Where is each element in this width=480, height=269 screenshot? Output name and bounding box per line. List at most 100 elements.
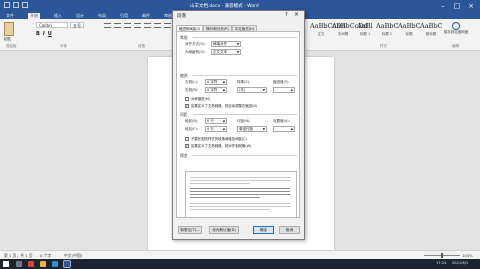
spacing-at-label: 设置值(A): (273, 119, 290, 123)
group-label-clipboard: 剪贴板 (6, 44, 17, 48)
redo-icon[interactable] (22, 2, 28, 8)
style-preview: AaBbC (376, 22, 399, 30)
alignment-select[interactable]: 两端对齐 ▼ (211, 41, 241, 47)
left-indent-input[interactable]: 0 字符 ◆ (205, 79, 227, 85)
paste-button[interactable] (4, 22, 14, 36)
window-title: 山羊文档.docx - 兼容模式 - Word (190, 4, 259, 9)
style-normal[interactable]: AaBbCcDd 正文 (310, 21, 346, 40)
cancel-button[interactable]: 取消 (279, 226, 300, 234)
underline-button[interactable]: U (48, 31, 52, 37)
font-size-select[interactable]: 五号 (70, 22, 84, 28)
style-name: 正文 (317, 32, 325, 36)
alignment-label: 对齐方式(G): (185, 42, 206, 46)
clock-time[interactable]: 17:24 (436, 261, 446, 265)
align-left-icon[interactable] (154, 23, 161, 28)
auto-adjust-indent-checkbox[interactable]: 如果定义了文档网格，则自动调整右缩进(D) (185, 103, 257, 108)
style-preview: AaBbCcDd (332, 22, 368, 30)
style-preview: AaBbC (398, 22, 421, 30)
general-heading: 常规 (180, 35, 188, 40)
clock-date[interactable]: 2021/6/1 (452, 261, 468, 265)
chevron-down-icon: ▼ (236, 50, 239, 54)
baidu-save-button[interactable]: 保存到百度网盘 (440, 22, 472, 42)
style-name: 标题 1 (359, 32, 371, 36)
style-preview: AaBbC (420, 22, 443, 30)
preview-line (190, 180, 290, 181)
preview-line (190, 203, 290, 204)
maximize-button[interactable]: □ (450, 0, 464, 12)
minimize-button[interactable]: – (436, 0, 450, 12)
zoom-slider-handle[interactable] (441, 253, 443, 258)
dialog-close-button[interactable]: × (294, 11, 299, 18)
space-before-input[interactable]: 0 行 ◆ (205, 118, 227, 124)
zoom-level[interactable]: 100% (462, 253, 473, 258)
style-subtitle[interactable]: AaBbC 副标题 (420, 21, 442, 40)
multilevel-list-icon[interactable] (124, 23, 131, 28)
spacing-at-input[interactable]: ◆ (273, 126, 295, 132)
italic-button[interactable]: I (43, 31, 45, 37)
bullets-icon[interactable] (104, 23, 111, 28)
mirror-indents-checkbox[interactable]: 对称缩进(M) (185, 96, 210, 101)
preview-line (190, 206, 290, 207)
divider (193, 37, 297, 38)
space-after-label: 段后(F): (185, 127, 198, 131)
browser-icon[interactable] (52, 261, 58, 267)
divider (193, 75, 297, 76)
spinner-icon: ◆ (290, 88, 293, 92)
no-space-same-style-label: 不要在相同样式的段落间增加间距(C) (191, 137, 247, 141)
style-title[interactable]: AaBbC 标题 (398, 21, 420, 40)
group-label-editing: 编辑 (452, 44, 459, 48)
save-icon[interactable] (4, 2, 10, 8)
paste-label: 粘贴 (4, 37, 11, 41)
set-as-default-button[interactable]: 设为默认值(D) (209, 226, 239, 234)
right-indent-input[interactable]: 0 字符 ◆ (205, 87, 227, 93)
align-center-icon[interactable] (164, 23, 171, 28)
help-button[interactable]: ? (285, 12, 288, 18)
indent-by-input[interactable]: ◆ (273, 87, 295, 93)
font-name-select[interactable]: Calibri (36, 22, 68, 28)
style-heading-2[interactable]: AaBbC 标题 2 (376, 21, 398, 40)
taskbar: 17:24 2021/6/1 (0, 259, 480, 269)
no-space-same-style-checkbox[interactable]: 不要在相同样式的段落间增加间距(C) (185, 136, 247, 141)
snap-to-grid-checkbox[interactable]: 如果定义了文档网格，则对齐到网格(W) (185, 143, 251, 148)
preview-line (190, 209, 270, 210)
spinner-icon: ◆ (222, 119, 225, 123)
spinner-icon: ◆ (222, 80, 225, 84)
special-indent-value: (无) (239, 88, 246, 92)
chevron-down-icon: ▼ (262, 88, 265, 92)
chevron-down-icon: ▼ (236, 42, 239, 46)
left-indent-label: 左侧(L): (185, 80, 198, 84)
style-no-spacing[interactable]: AaBbCcDd 无间隔 (332, 21, 368, 40)
tabs-button[interactable]: 制表位(T)... (178, 226, 202, 234)
increase-indent-icon[interactable] (144, 23, 151, 28)
group-label-styles: 样式 (380, 44, 387, 48)
special-indent-select[interactable]: (无) ▼ (237, 87, 267, 93)
file-explorer-icon[interactable] (40, 261, 46, 267)
bold-button[interactable]: B (36, 31, 40, 37)
indent-heading: 缩进 (180, 73, 188, 78)
line-spacing-select[interactable]: 单倍行距 ▼ (237, 126, 267, 132)
search-icon[interactable] (16, 261, 22, 267)
outline-level-label: 大纲级别(O): (185, 50, 206, 54)
style-name: 标题 (405, 32, 413, 36)
checkbox-box (185, 96, 189, 101)
ok-button[interactable]: 确定 (253, 226, 274, 234)
space-after-input[interactable]: 0 行 ◆ (205, 126, 227, 132)
numbering-icon[interactable] (114, 23, 121, 28)
style-preview: AaBl (357, 22, 373, 30)
cloud-icon (452, 22, 460, 30)
decrease-indent-icon[interactable] (134, 23, 141, 28)
style-preview: AaBbCcDd (310, 22, 346, 30)
space-before-value: 0 行 (207, 119, 214, 123)
word-taskbar-icon[interactable] (63, 260, 71, 268)
auto-adjust-indent-label: 如果定义了文档网格，则自动调整右缩进(D) (191, 104, 258, 108)
undo-icon[interactable] (13, 2, 19, 8)
windows-start-icon[interactable] (3, 261, 9, 267)
close-window-button[interactable]: × (464, 0, 478, 12)
app-icon[interactable] (28, 261, 34, 267)
style-heading-1[interactable]: AaBl 标题 1 (354, 21, 376, 40)
checkbox-box (185, 136, 189, 141)
divider (193, 114, 297, 115)
spinner-icon: ◆ (222, 88, 225, 92)
outline-level-select[interactable]: 正文文本 ▼ (211, 49, 241, 55)
space-before-label: 段前(B): (185, 119, 199, 123)
